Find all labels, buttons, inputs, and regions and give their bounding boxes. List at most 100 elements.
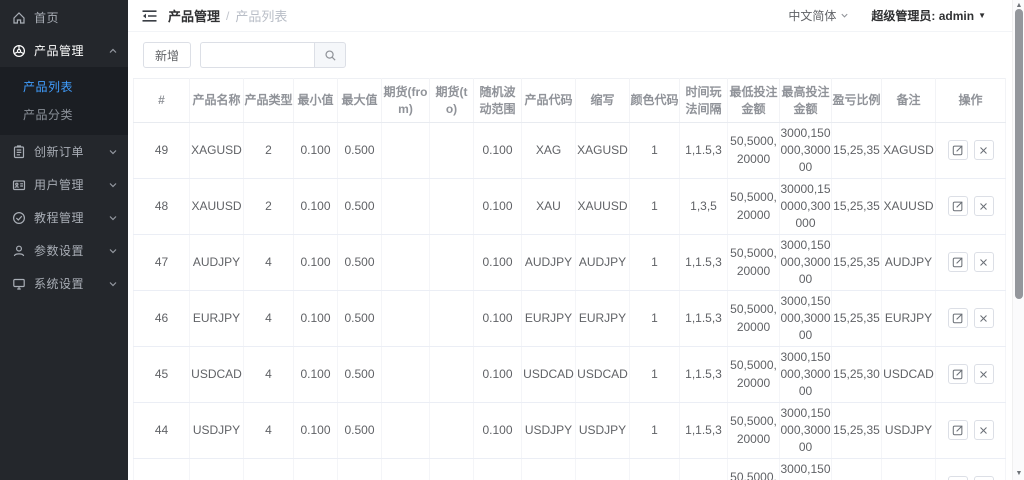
edit-button[interactable] (948, 476, 968, 480)
scroll-down-icon[interactable]: ▼ (1013, 468, 1024, 478)
table-cell: EURJPY (522, 291, 576, 347)
table-cell: 2 (244, 123, 294, 179)
users-icon (12, 178, 26, 192)
system-icon (12, 277, 26, 291)
table-cell: USDJPY (576, 403, 630, 459)
table-cell: 46 (134, 291, 190, 347)
sidebar-item-parameter-settings[interactable]: 参数设置 (0, 234, 128, 267)
table-cell: 0.100 (474, 291, 522, 347)
table-cell: AUDJPY (190, 235, 244, 291)
table-cell: 1,3,5 (680, 179, 728, 235)
table-cell: 15,25,35 (832, 235, 882, 291)
table-cell: XAU (522, 179, 576, 235)
table-cell: AUDJPY (522, 235, 576, 291)
product-table: #产品名称产品类型最小值最大值期货(from)期货(to)随机波动范围产品代码缩… (133, 78, 1006, 480)
delete-button[interactable] (974, 196, 994, 216)
edit-button[interactable] (948, 252, 968, 272)
table-body: 49XAGUSD20.1000.5000.100XAGXAGUSD11,1.5,… (134, 123, 1006, 480)
chevron-down-icon (108, 279, 118, 289)
table-cell: 15,25,35 (832, 403, 882, 459)
table-cell: 15,25,35 (832, 123, 882, 179)
table-cell (190, 459, 244, 480)
edit-button[interactable] (948, 420, 968, 440)
table-cell: 0.100 (474, 179, 522, 235)
sidebar-item-user-management[interactable]: 用户管理 (0, 168, 128, 201)
sidebar-item-home[interactable]: 首页 (0, 1, 128, 34)
sidebar-item-product-management[interactable]: 产品管理 (0, 34, 128, 67)
table-cell: 3000,150000,300000 (780, 459, 832, 480)
add-button[interactable]: 新增 (143, 42, 191, 68)
table-cell: 50,5000,20000 (728, 403, 780, 459)
table-cell: 4 (244, 403, 294, 459)
table-cell: XAUUSD (190, 179, 244, 235)
table-cell (430, 123, 474, 179)
table-cell (430, 347, 474, 403)
table-cell: 48 (134, 179, 190, 235)
user-menu[interactable]: 超级管理员: admin ▼ (871, 7, 986, 24)
product-icon (12, 44, 26, 58)
chevron-down-icon (840, 11, 849, 20)
search-input[interactable] (200, 42, 314, 68)
table-cell: 4 (244, 235, 294, 291)
language-selector[interactable]: 中文简体 (788, 7, 849, 24)
column-header: 产品代码 (522, 79, 576, 123)
search-button[interactable] (314, 42, 346, 68)
breadcrumb-separator: / (226, 9, 229, 23)
table-cell: 47 (134, 235, 190, 291)
table-cell: USDJPY (882, 403, 936, 459)
delete-button[interactable] (974, 420, 994, 440)
table-cell: 0.500 (338, 291, 382, 347)
edit-button[interactable] (948, 140, 968, 160)
table-row: 50,5000,200003000,150000,300000 (134, 459, 1006, 480)
language-label: 中文简体 (788, 7, 836, 24)
sidebar-subitem-product-list[interactable]: 产品列表 (0, 73, 128, 101)
table-cell: 0.100 (294, 291, 338, 347)
breadcrumb-section[interactable]: 产品管理 (168, 6, 220, 25)
collapse-menu-icon[interactable] (136, 3, 162, 29)
sidebar-item-system-settings[interactable]: 系统设置 (0, 267, 128, 300)
table-row: 45USDCAD40.1000.5000.100USDCADUSDCAD11,1… (134, 347, 1006, 403)
delete-button[interactable] (974, 140, 994, 160)
edit-icon (952, 424, 964, 436)
edit-button[interactable] (948, 308, 968, 328)
table-cell: 3000,150000,300000 (780, 347, 832, 403)
edit-button[interactable] (948, 196, 968, 216)
breadcrumb-page: 产品列表 (235, 6, 287, 25)
column-header: 盈亏比例 (832, 79, 882, 123)
table-cell: 15,25,35 (832, 291, 882, 347)
column-header: 最低投注金额 (728, 79, 780, 123)
vertical-scrollbar[interactable]: ▲ ▼ (1012, 0, 1024, 480)
table-row: 46EURJPY40.1000.5000.100EURJPYEURJPY11,1… (134, 291, 1006, 347)
tutorial-icon (12, 211, 26, 225)
delete-button[interactable] (974, 308, 994, 328)
table-cell: XAGUSD (576, 123, 630, 179)
table-cell (576, 459, 630, 480)
delete-button[interactable] (974, 364, 994, 384)
table-cell: 1 (630, 291, 680, 347)
table-cell (382, 347, 430, 403)
sidebar-item-innovation-orders[interactable]: 创新订单 (0, 135, 128, 168)
table-cell (382, 179, 430, 235)
sidebar-item-label: 参数设置 (34, 242, 108, 259)
search-group (200, 42, 346, 68)
delete-button[interactable] (974, 252, 994, 272)
table-cell (382, 403, 430, 459)
table-cell: 0.100 (294, 123, 338, 179)
sidebar-item-tutorial-management[interactable]: 教程管理 (0, 201, 128, 234)
table-cell: 0.500 (338, 347, 382, 403)
chevron-up-icon (108, 46, 118, 56)
edit-button[interactable] (948, 364, 968, 384)
table-cell: AUDJPY (882, 235, 936, 291)
table-cell: 0.500 (338, 123, 382, 179)
table-cell: 15,25,35 (832, 179, 882, 235)
breadcrumb: 产品管理 / 产品列表 (168, 6, 287, 25)
table-cell: XAUUSD (576, 179, 630, 235)
delete-button[interactable] (974, 476, 994, 480)
chevron-down-icon (108, 180, 118, 190)
scrollbar-thumb[interactable] (1015, 9, 1023, 299)
column-header: 最大值 (338, 79, 382, 123)
chevron-down-icon (108, 147, 118, 157)
column-header: 缩写 (576, 79, 630, 123)
table-header-row: #产品名称产品类型最小值最大值期货(from)期货(to)随机波动范围产品代码缩… (134, 79, 1006, 123)
sidebar-subitem-product-category[interactable]: 产品分类 (0, 101, 128, 129)
